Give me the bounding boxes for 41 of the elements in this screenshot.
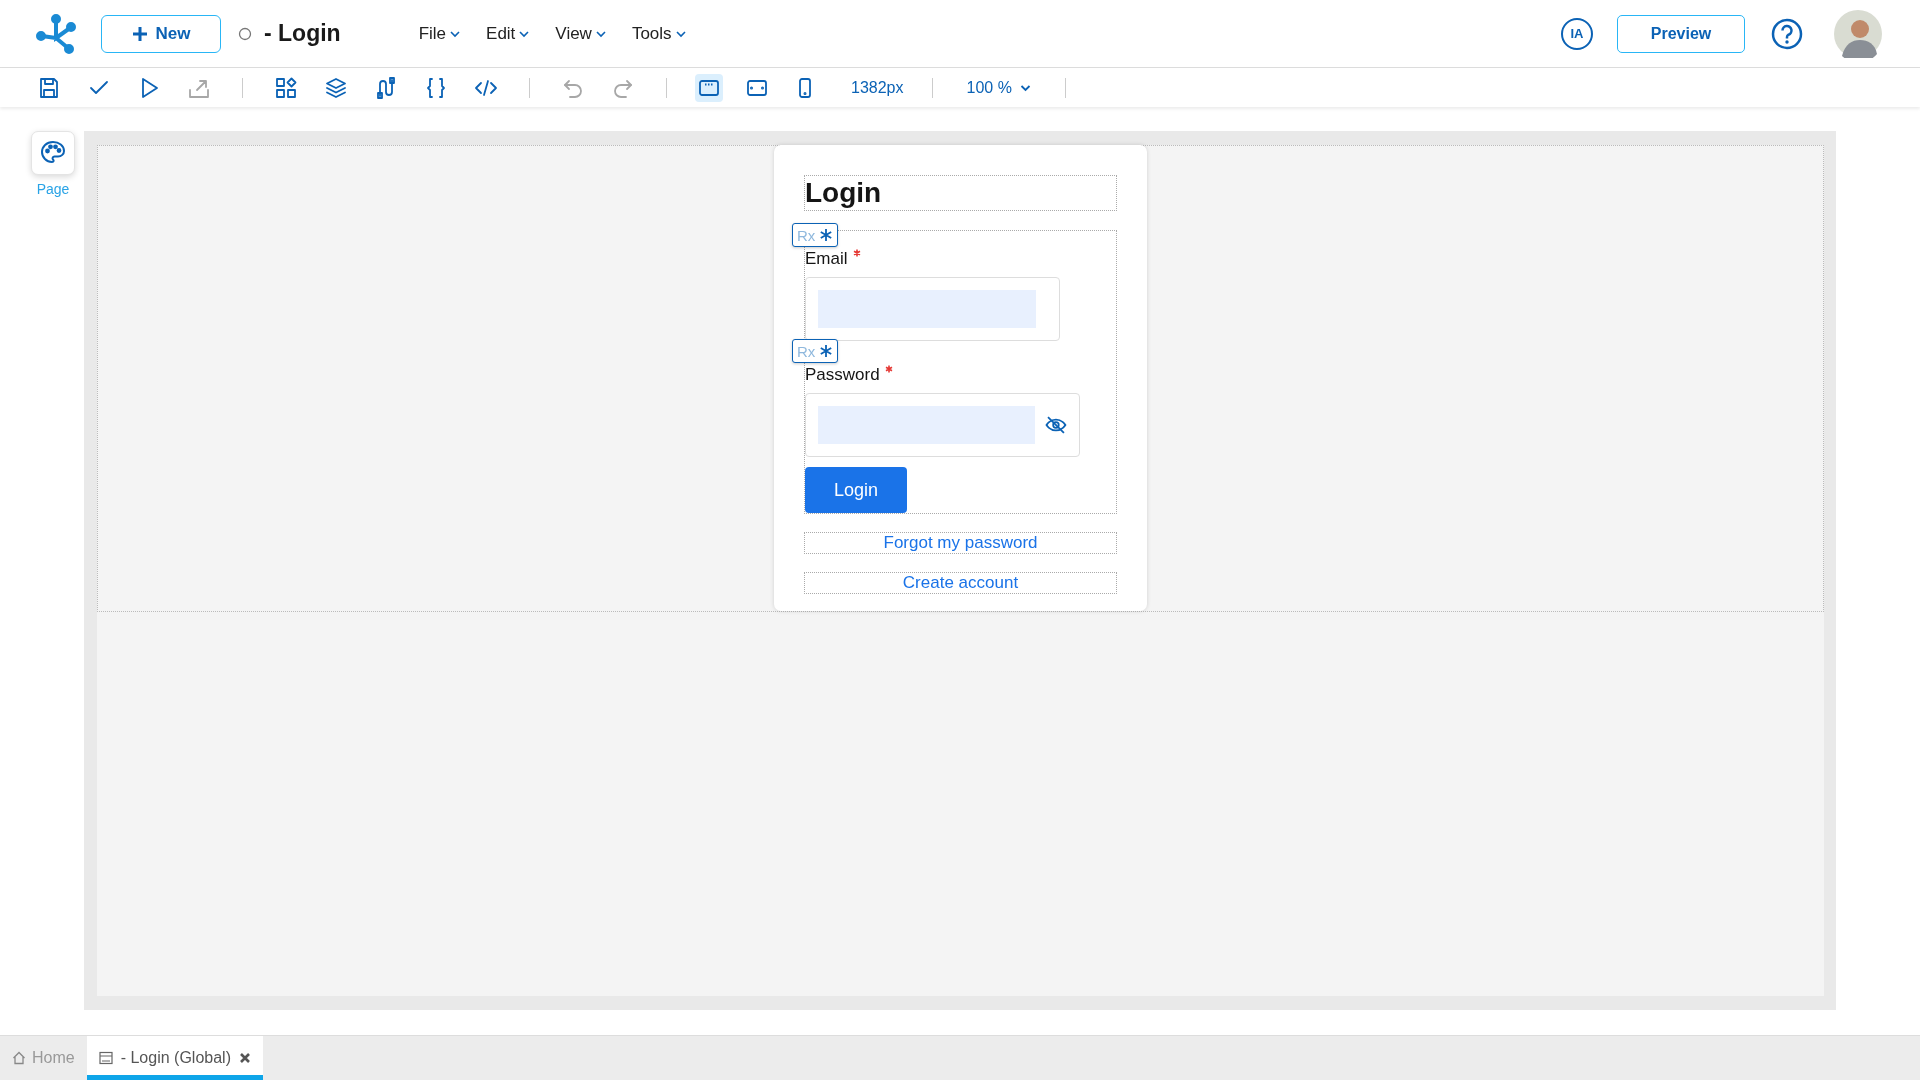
flow-icon xyxy=(374,75,398,100)
login-button[interactable]: Login xyxy=(805,467,907,513)
chevron-down-icon xyxy=(450,29,461,38)
braces-icon xyxy=(424,75,448,100)
tab-label: - Login (Global) xyxy=(120,1049,231,1067)
zoom-dropdown[interactable]: 100 % xyxy=(960,77,1037,98)
page-panel-button[interactable] xyxy=(31,131,75,175)
tab-label: Home xyxy=(32,1049,75,1067)
grid-icon xyxy=(274,75,298,100)
menu-item[interactable]: Tools xyxy=(621,19,696,48)
password-field[interactable] xyxy=(805,393,1080,457)
chevron-down-icon xyxy=(1019,83,1031,92)
preview-button[interactable]: Preview xyxy=(1617,14,1745,53)
save-icon xyxy=(37,75,61,100)
status-circle-icon xyxy=(238,26,252,41)
plus-icon xyxy=(131,25,148,42)
chevron-down-icon xyxy=(595,29,606,38)
logo-icon xyxy=(36,13,76,54)
close-icon[interactable] xyxy=(238,1052,251,1064)
chevron-down-icon xyxy=(675,29,686,38)
avatar[interactable] xyxy=(1834,9,1882,58)
panel-label: Page xyxy=(36,181,70,197)
menu-item[interactable]: Edit xyxy=(476,19,540,48)
desktop-view-button[interactable] xyxy=(695,73,723,102)
eye-off-icon[interactable] xyxy=(1045,416,1067,434)
field-label: Password xyxy=(805,365,880,385)
home-icon xyxy=(12,1051,26,1065)
form-title: Login xyxy=(805,177,882,209)
help-icon[interactable] xyxy=(1771,17,1803,50)
editor-tab[interactable]: - Login (Global) xyxy=(86,1036,263,1080)
menu-item[interactable]: View xyxy=(545,19,616,48)
new-button[interactable]: New xyxy=(101,14,221,53)
document-title: - Login xyxy=(264,20,341,47)
page-icon xyxy=(98,1051,113,1065)
field-label: Email xyxy=(805,249,848,269)
width-value: 1382px xyxy=(851,78,904,97)
ai-button[interactable]: IA xyxy=(1561,17,1593,50)
menu-item[interactable]: File xyxy=(408,19,471,48)
layers-icon xyxy=(324,75,348,100)
email-field[interactable] xyxy=(805,277,1060,341)
chevron-down-icon xyxy=(519,29,530,38)
